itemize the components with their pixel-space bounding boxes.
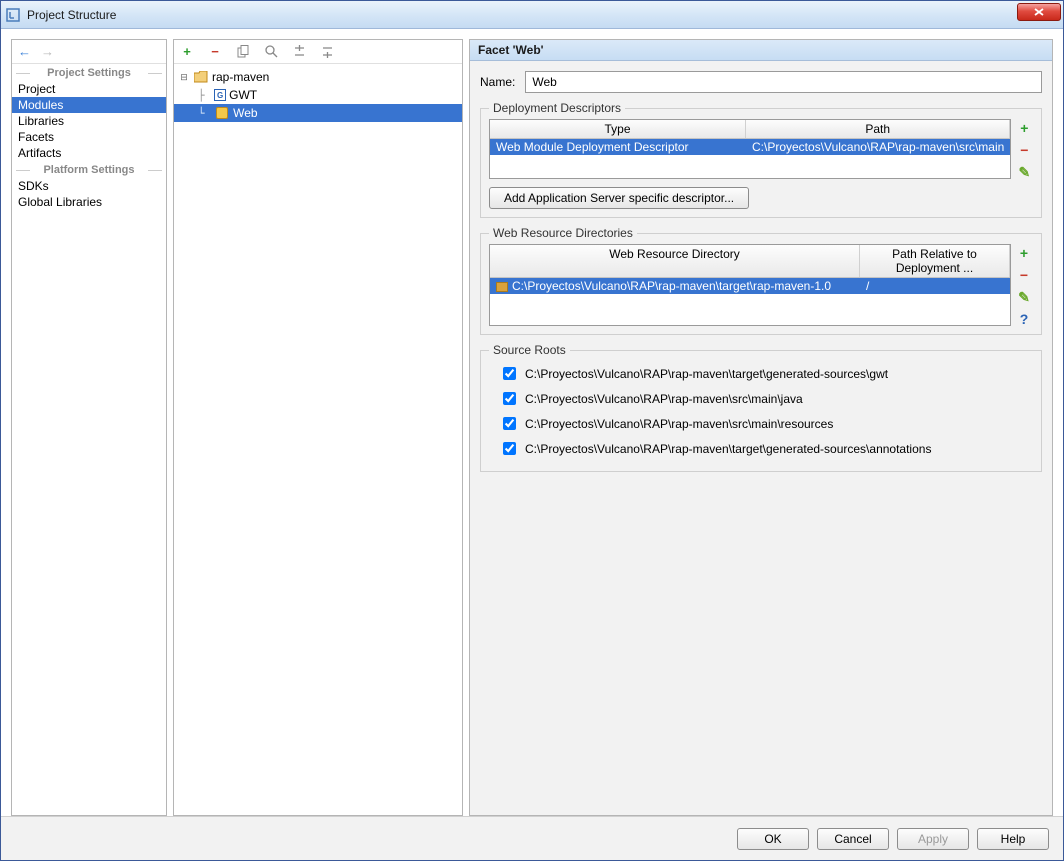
add-server-descriptor-button[interactable]: Add Application Server specific descript…: [489, 187, 749, 209]
web-resource-dirs-group: Web Resource Directories Web Resource Di…: [480, 226, 1042, 335]
source-root-checkbox[interactable]: [503, 417, 516, 430]
source-root-path: C:\Proyectos\Vulcano\RAP\rap-maven\targe…: [525, 442, 931, 456]
sidebar-section-project: Project Settings: [12, 64, 166, 81]
sidebar-item-artifacts[interactable]: Artifacts: [12, 145, 166, 161]
source-root-path: C:\Proyectos\Vulcano\RAP\rap-maven\targe…: [525, 367, 888, 381]
resources-legend: Web Resource Directories: [489, 226, 637, 240]
col-resource-dir[interactable]: Web Resource Directory: [490, 245, 860, 277]
cell-dir: C:\Proyectos\Vulcano\RAP\rap-maven\targe…: [490, 278, 860, 294]
source-root-row[interactable]: C:\Proyectos\Vulcano\RAP\rap-maven\targe…: [489, 361, 1033, 386]
web-icon: [214, 106, 230, 120]
sidebar-item-global-libraries[interactable]: Global Libraries: [12, 194, 166, 210]
source-root-checkbox[interactable]: [503, 367, 516, 380]
ok-button[interactable]: OK: [737, 828, 809, 850]
source-root-checkbox[interactable]: [503, 392, 516, 405]
source-roots-legend: Source Roots: [489, 343, 570, 357]
deployment-legend: Deployment Descriptors: [489, 101, 625, 115]
tree-node-gwt[interactable]: ├ G GWT: [174, 86, 462, 104]
back-icon[interactable]: ←: [18, 44, 31, 59]
source-root-row[interactable]: C:\Proyectos\Vulcano\RAP\rap-maven\targe…: [489, 436, 1033, 461]
cell-type: Web Module Deployment Descriptor: [490, 139, 746, 155]
sidebar-item-facets[interactable]: Facets: [12, 129, 166, 145]
source-root-row[interactable]: C:\Proyectos\Vulcano\RAP\rap-maven\src\m…: [489, 411, 1033, 436]
edit-resource-icon[interactable]: ✎: [1015, 290, 1033, 304]
folder-icon: [193, 70, 209, 84]
gwt-icon: G: [214, 89, 226, 101]
sidebar-section-platform: Platform Settings: [12, 161, 166, 178]
deployment-side-buttons: + − ✎: [1015, 119, 1033, 179]
tree-toolbar: + −: [174, 40, 462, 64]
module-tree-panel: + − ⊟: [173, 39, 463, 816]
edit-descriptor-icon[interactable]: ✎: [1015, 165, 1033, 179]
table-row[interactable]: Web Module Deployment Descriptor C:\Proy…: [490, 139, 1010, 155]
facet-header: Facet 'Web': [470, 40, 1052, 61]
cancel-button[interactable]: Cancel: [817, 828, 889, 850]
dialog-window: Project Structure ← → Project Settings P…: [0, 0, 1064, 861]
add-descriptor-icon[interactable]: +: [1015, 121, 1033, 135]
help-resource-icon[interactable]: ?: [1015, 312, 1033, 326]
table-row[interactable]: C:\Proyectos\Vulcano\RAP\rap-maven\targe…: [490, 278, 1010, 294]
sidebar-toolbar: ← →: [12, 40, 166, 64]
tree-node-label: rap-maven: [212, 70, 269, 84]
app-icon: [5, 7, 21, 23]
source-roots-group: Source Roots C:\Proyectos\Vulcano\RAP\ra…: [480, 343, 1042, 472]
deployment-table[interactable]: Type Path Web Module Deployment Descript…: [489, 119, 1011, 179]
search-icon[interactable]: [264, 45, 278, 59]
tree-node-label: Web: [233, 106, 257, 120]
add-resource-icon[interactable]: +: [1015, 246, 1033, 260]
forward-icon[interactable]: →: [41, 44, 54, 59]
window-title: Project Structure: [27, 8, 1017, 22]
source-root-checkbox[interactable]: [503, 442, 516, 455]
help-button[interactable]: Help: [977, 828, 1049, 850]
folder-icon: [496, 282, 508, 292]
source-root-path: C:\Proyectos\Vulcano\RAP\rap-maven\src\m…: [525, 417, 833, 431]
remove-resource-icon[interactable]: −: [1015, 268, 1033, 282]
sidebar-item-modules[interactable]: Modules: [12, 97, 166, 113]
tree-toggle-icon[interactable]: ⊟: [178, 72, 190, 83]
settings-sidebar: ← → Project Settings Project Modules Lib…: [11, 39, 167, 816]
cell-path: C:\Proyectos\Vulcano\RAP\rap-maven\src\m…: [746, 139, 1010, 155]
source-root-path: C:\Proyectos\Vulcano\RAP\rap-maven\src\m…: [525, 392, 803, 406]
source-root-row[interactable]: C:\Proyectos\Vulcano\RAP\rap-maven\src\m…: [489, 386, 1033, 411]
resources-side-buttons: + − ✎ ?: [1015, 244, 1033, 326]
titlebar[interactable]: Project Structure: [1, 1, 1063, 29]
dialog-button-bar: OK Cancel Apply Help: [1, 816, 1063, 860]
col-relpath[interactable]: Path Relative to Deployment ...: [860, 245, 1010, 277]
expand-icon[interactable]: [292, 45, 306, 59]
deployment-descriptors-group: Deployment Descriptors Type Path Web Mod…: [480, 101, 1042, 218]
sidebar-item-project[interactable]: Project: [12, 81, 166, 97]
tree-node-root[interactable]: ⊟ rap-maven: [174, 68, 462, 86]
close-button[interactable]: [1017, 3, 1061, 21]
resources-table[interactable]: Web Resource Directory Path Relative to …: [489, 244, 1011, 326]
add-icon[interactable]: +: [180, 45, 194, 59]
collapse-icon[interactable]: [320, 45, 334, 59]
copy-icon[interactable]: [236, 45, 250, 59]
facet-name-input[interactable]: [525, 71, 1042, 93]
remove-descriptor-icon[interactable]: −: [1015, 143, 1033, 157]
tree-body[interactable]: ⊟ rap-maven ├ G GWT └: [174, 64, 462, 815]
tree-node-web[interactable]: └ Web: [174, 104, 462, 122]
col-type[interactable]: Type: [490, 120, 746, 138]
cell-relpath: /: [860, 278, 1010, 294]
tree-node-label: GWT: [229, 88, 257, 102]
apply-button[interactable]: Apply: [897, 828, 969, 850]
sidebar-item-libraries[interactable]: Libraries: [12, 113, 166, 129]
facet-detail-panel: Facet 'Web' Name: Deployment Descriptors…: [469, 39, 1053, 816]
col-path[interactable]: Path: [746, 120, 1010, 138]
remove-icon[interactable]: −: [208, 45, 222, 59]
content-area: ← → Project Settings Project Modules Lib…: [1, 29, 1063, 860]
name-label: Name:: [480, 75, 515, 89]
sidebar-item-sdks[interactable]: SDKs: [12, 178, 166, 194]
